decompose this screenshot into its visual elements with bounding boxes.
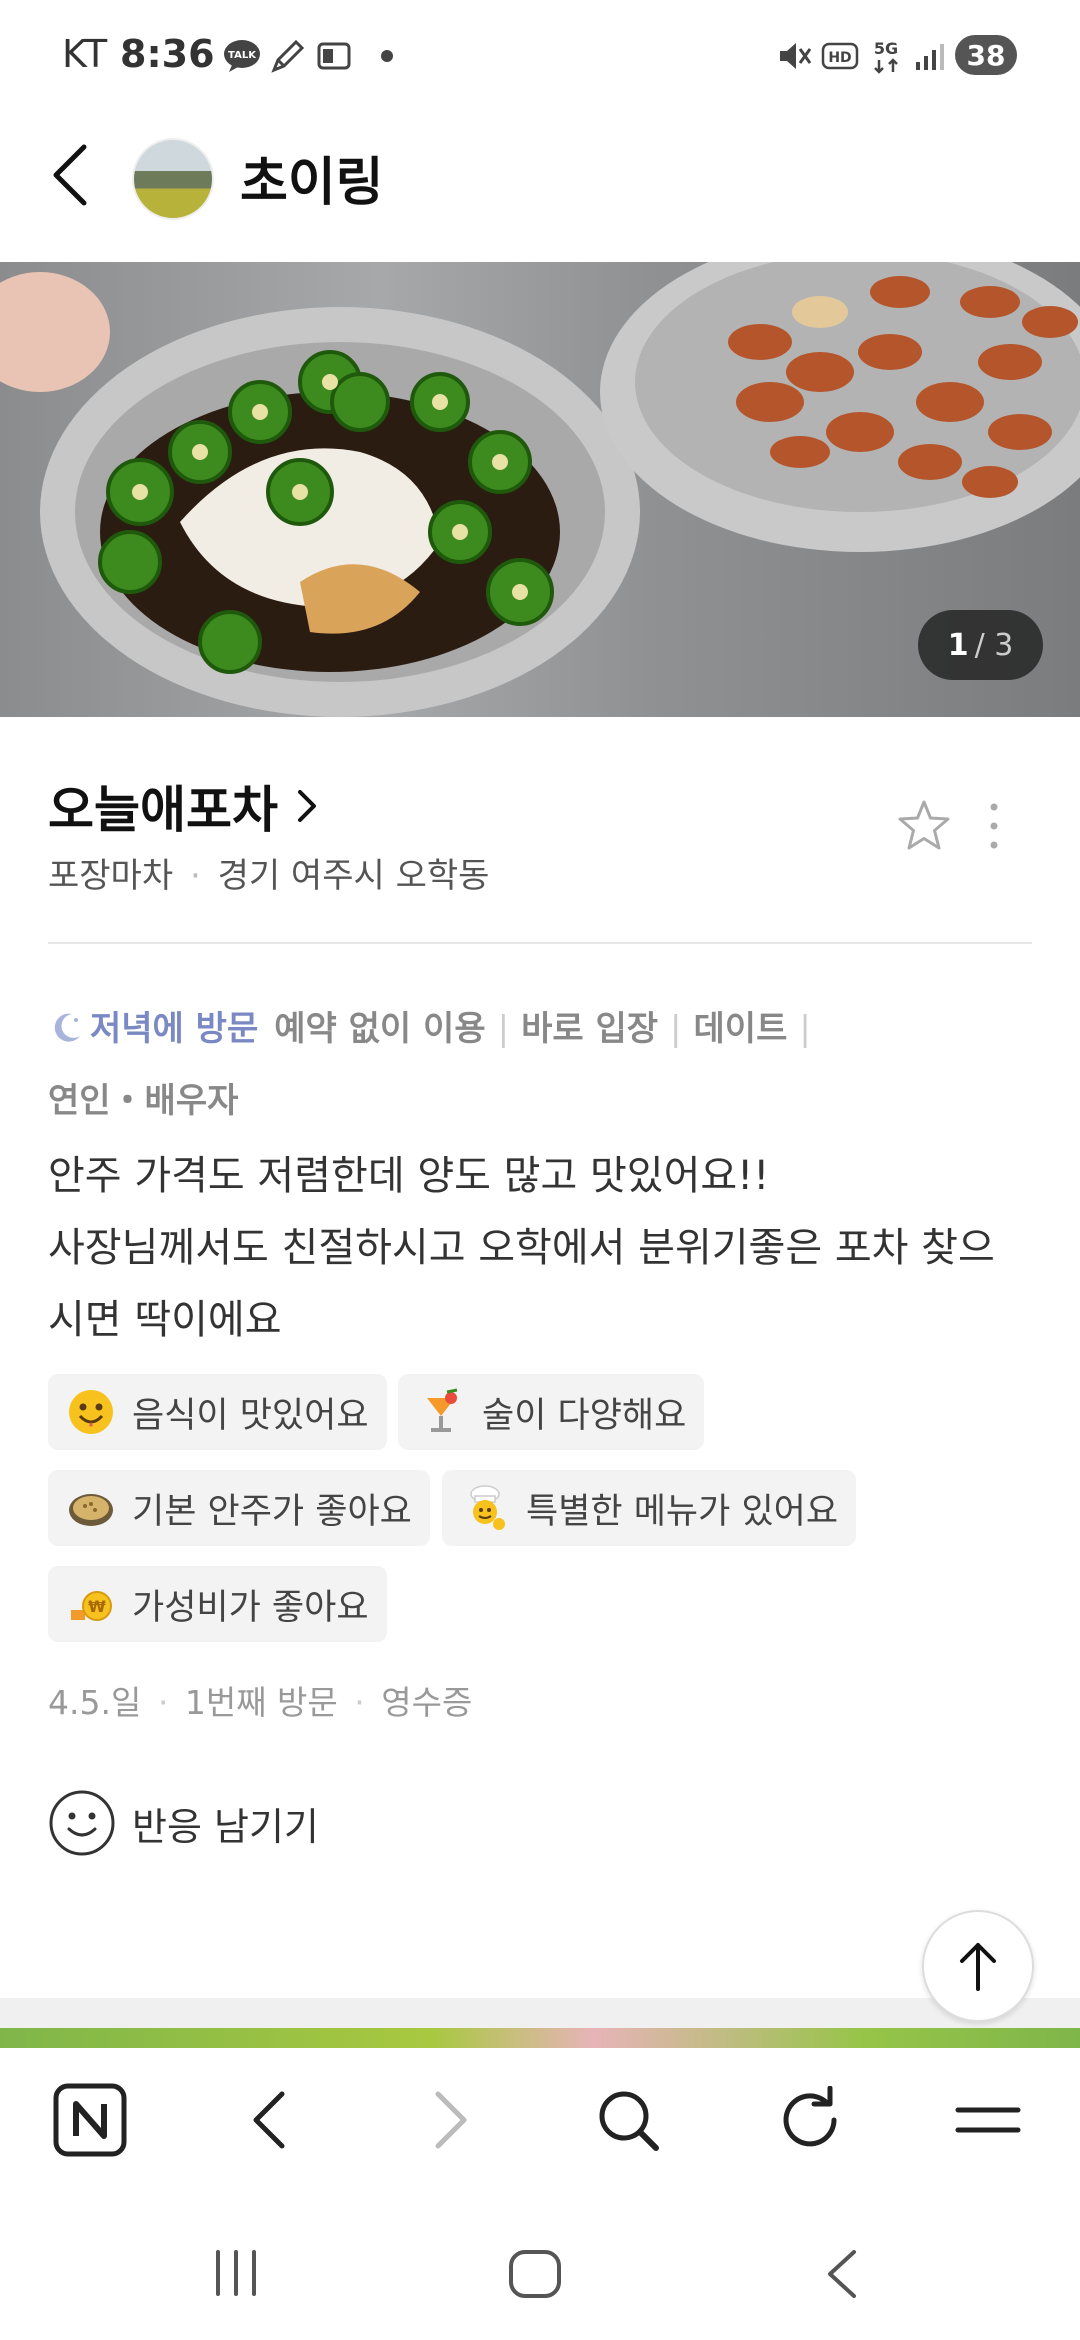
avatar[interactable] [132,138,214,220]
refresh-button[interactable] [776,2085,844,2154]
place-meta: 포장마차 · 경기 여주시 오학동 [48,856,490,896]
section-separator [0,1998,1080,2028]
menu-icon [955,2107,1021,2133]
network-text: 5G [874,39,898,58]
hd-icon: HD [820,36,860,76]
chevron-left-icon [253,2091,285,2149]
network-5g-icon: 5G [866,36,906,76]
snack-plate-emoji-icon [66,1483,116,1533]
star-icon [898,800,950,850]
chevron-right-icon [435,2091,467,2149]
verification-type: 영수증 [381,1683,473,1722]
keyword-label: 음식이 맛있어요 [132,1395,369,1436]
system-navigation-bar [0,2210,1080,2340]
reaction-label: 반응 남기기 [132,1804,319,1849]
arrow-up-icon [960,1943,996,1991]
more-vertical-icon [990,803,998,849]
carrier-label: KT [62,32,108,76]
scroll-to-top-button[interactable] [922,1910,1034,2022]
talk-icon: TALK [222,36,262,76]
home-icon [509,2250,561,2298]
keyword-chip: ₩ 가성비가 좋아요 [48,1566,387,1642]
home-button[interactable] [505,2246,565,2302]
keyword-chip: 특별한 메뉴가 있어요 [442,1470,857,1546]
place-location: 경기 여주시 오학동 [217,856,490,896]
visit-tag: 바로 입장 [521,1009,659,1049]
keyword-label: 가성비가 좋아요 [132,1587,369,1628]
visit-info: 4.5.일 · 1번째 방문 · 영수증 [48,1683,473,1722]
keyword-chip: 음식이 맛있어요 [48,1374,387,1450]
recent-apps-button[interactable] [206,2246,266,2300]
photo-page-indicator: 1 / 3 [918,610,1043,680]
place-category: 포장마차 [48,856,174,896]
review-line: 사장님께서도 친절하시고 오학에서 분위기좋은 포차 찾으 [48,1225,995,1271]
mute-icon [774,36,814,76]
visit-time-tag: 저녁에 방문 [90,1009,259,1049]
signal-icon [910,36,950,76]
menu-button[interactable] [952,2094,1024,2146]
coin-emoji-icon: ₩ [66,1579,116,1629]
back-button[interactable] [50,140,110,210]
svg-text:₩: ₩ [88,1597,106,1616]
visit-count: 1번째 방문 [184,1683,338,1722]
visit-tags: 저녁에 방문 예약 없이 이용 | 바로 입장 | 데이트 | 연인・배우자 [48,996,1038,1134]
leave-reaction-button[interactable]: 반응 남기기 [48,1788,319,1858]
hd-text: HD [828,50,851,66]
talk-badge-text: TALK [228,50,257,61]
visit-date: 4.5.일 [48,1683,142,1722]
naver-home-button[interactable] [52,2082,128,2158]
search-icon [599,2091,659,2151]
review-text[interactable]: 안주 가격도 저렴한데 양도 많고 맛있어요!! 사장님께서도 친절하시고 오학… [48,1140,1048,1356]
moon-icon [48,1002,84,1068]
recent-apps-icon [216,2250,256,2296]
profile-name[interactable]: 초이링 [240,140,384,215]
back-arrow-icon [828,2250,856,2298]
place-name-link[interactable]: 오늘애포차 [48,770,322,842]
refresh-icon [783,2085,837,2147]
clock: 8:36 [120,32,215,76]
chef-emoji-icon [460,1483,510,1533]
keyword-label: 특별한 메뉴가 있어요 [526,1491,839,1532]
keyword-chip: 술이 다양해요 [398,1374,705,1450]
next-review-photo [0,2028,1080,2048]
naver-n-icon [53,2083,127,2157]
visit-tag: 예약 없이 이용 [274,1009,486,1049]
smiley-emoji-icon [66,1387,116,1437]
browser-back-button[interactable] [240,2088,300,2152]
dot-icon [372,36,402,76]
visit-tag: 데이트 [693,1009,788,1049]
system-back-button[interactable] [814,2246,874,2302]
edit-icon [268,36,308,76]
favorite-button[interactable] [894,796,954,856]
keyword-label: 기본 안주가 좋아요 [132,1491,412,1532]
chevron-left-icon [53,144,87,206]
cocktail-emoji-icon [416,1387,466,1437]
search-button[interactable] [594,2086,662,2154]
smile-icon [49,1790,115,1856]
keyword-chip: 기본 안주가 좋아요 [48,1470,430,1546]
companion-tag: 연인・배우자 [48,1081,239,1121]
place-name: 오늘애포차 [48,781,278,839]
photo-page-current: 1 [947,627,969,663]
keyword-label: 술이 다양해요 [482,1395,687,1436]
divider [48,942,1032,944]
more-options-button[interactable] [978,796,1010,856]
review-line: 시면 딱이에요 [48,1297,282,1343]
status-bar: KT 8:36 TALK HD 5G 38 [0,0,1080,110]
chevron-right-icon [298,790,316,822]
browser-forward-button[interactable] [420,2088,480,2152]
photo-page-total: / 3 [974,627,1014,663]
news-icon [314,36,354,76]
review-line: 안주 가격도 저렴한데 양도 많고 맛있어요!! [48,1153,770,1199]
battery-indicator: 38 [955,35,1017,75]
